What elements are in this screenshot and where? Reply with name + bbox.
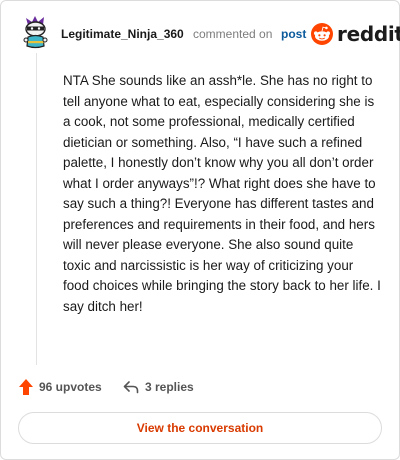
upvote-count: 96 upvotes xyxy=(39,380,102,394)
comment-header: Legitimate_Ninja_360 commented on post r… xyxy=(19,15,400,51)
post-link[interactable]: post xyxy=(281,27,306,41)
reddit-logo[interactable]: reddit xyxy=(311,21,400,47)
upvote-arrow-icon[interactable] xyxy=(19,379,33,395)
view-conversation-button[interactable]: View the conversation xyxy=(18,412,382,444)
thread-line xyxy=(36,53,37,365)
reply-count[interactable]: 3 replies xyxy=(145,380,194,394)
reddit-wordmark: reddit xyxy=(337,22,400,46)
comment-card: Legitimate_Ninja_360 commented on post r… xyxy=(0,0,400,460)
comment-text: NTA She sounds like an assh*le. She has … xyxy=(63,73,381,314)
comment-actions: 96 upvotes 3 replies xyxy=(19,377,381,397)
commented-on-text: commented on xyxy=(193,27,273,41)
reply-arrow-icon[interactable] xyxy=(123,380,139,394)
reddit-logo-icon xyxy=(311,23,333,45)
snoo-avatar-icon xyxy=(23,16,48,49)
username-link[interactable]: Legitimate_Ninja_360 xyxy=(61,27,184,41)
avatar[interactable] xyxy=(19,15,53,51)
